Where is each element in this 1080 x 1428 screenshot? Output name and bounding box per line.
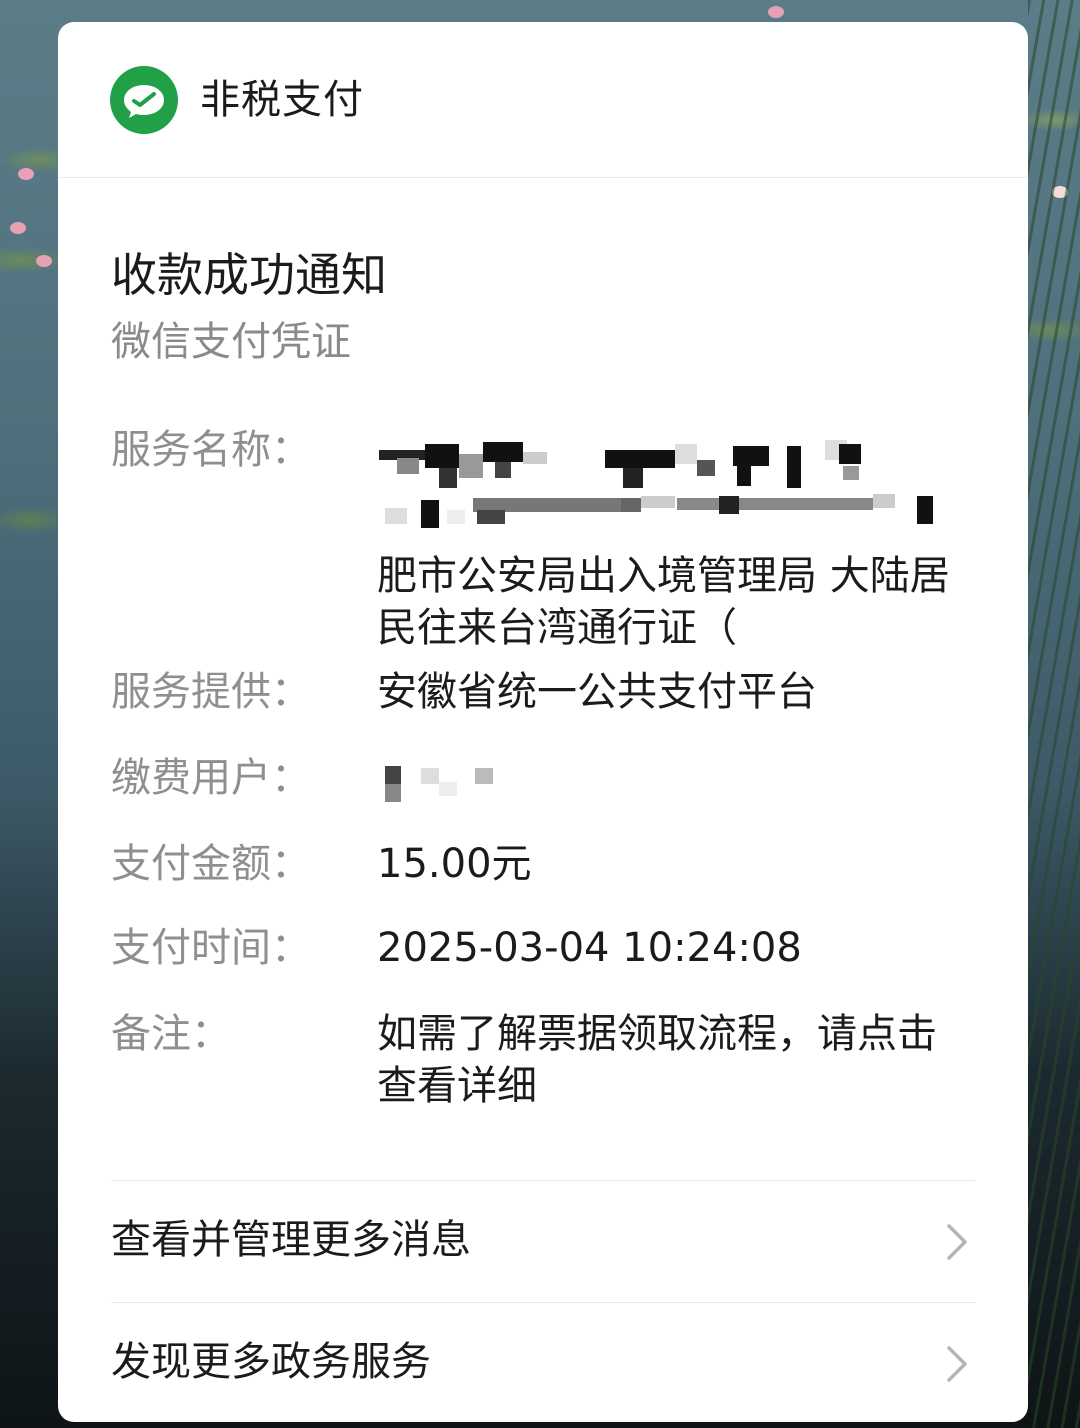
service-name-visible-text: 肥市公安局出入境管理局 大陆居民往来台湾通行证（ (377, 553, 950, 651)
chevron-right-icon (947, 1346, 967, 1382)
payer-row: 缴费用户： (111, 752, 991, 804)
app-name: 非税支付 (200, 77, 364, 123)
lotus-flower (36, 255, 52, 267)
more-services-label: 发现更多政务服务 (111, 1339, 431, 1385)
service-provider-label: 服务提供： (111, 669, 311, 715)
manage-messages-label: 查看并管理更多消息 (111, 1217, 471, 1263)
lotus-flower (768, 6, 784, 18)
amount-value: 15.00元 (377, 841, 532, 887)
manage-messages-link[interactable]: 查看并管理更多消息 (111, 1182, 975, 1300)
time-row: 支付时间： 2025-03-04 10:24:08 (111, 922, 991, 974)
remark-value[interactable]: 如需了解票据领取流程，请点击查看详细 (377, 1008, 957, 1112)
service-provider-row: 服务提供： 安徽省统一公共支付平台 (111, 666, 991, 718)
service-name-value: 肥市公安局出入境管理局 大陆居民往来台湾通行证（ (377, 424, 977, 654)
service-provider-value: 安徽省统一公共支付平台 (377, 669, 817, 715)
time-value: 2025-03-04 10:24:08 (377, 925, 802, 971)
amount-row: 支付金额： 15.00元 (111, 838, 991, 890)
chevron-right-icon (947, 1224, 967, 1260)
pixelated-redaction (377, 424, 977, 554)
amount-label: 支付金额： (111, 841, 311, 887)
pixelated-redaction (377, 752, 517, 804)
notification-card: 非税支付 收款成功通知 微信支付凭证 服务名称： 肥市公安局出入境管理局 大陆居… (58, 22, 1028, 1422)
divider (111, 1302, 975, 1303)
service-name-row: 服务名称： 肥市公安局出入境管理局 大陆居民往来台湾通行证（ (111, 424, 991, 654)
more-services-link[interactable]: 发现更多政务服务 (111, 1304, 975, 1422)
notice-title: 收款成功通知 (111, 248, 387, 302)
remark-label: 备注： (111, 1011, 231, 1057)
reeds (1028, 0, 1080, 1428)
payer-label: 缴费用户： (111, 755, 311, 801)
wechat-pay-icon (110, 66, 178, 134)
notice-subtitle: 微信支付凭证 (111, 319, 351, 365)
card-header: 非税支付 (58, 22, 1028, 178)
time-label: 支付时间： (111, 925, 311, 971)
divider (111, 1180, 975, 1181)
remark-row: 备注： 如需了解票据领取流程，请点击查看详细 (111, 1008, 991, 1118)
lotus-flower (18, 168, 34, 180)
service-name-label: 服务名称： (111, 427, 311, 473)
lotus-flower (10, 222, 26, 234)
